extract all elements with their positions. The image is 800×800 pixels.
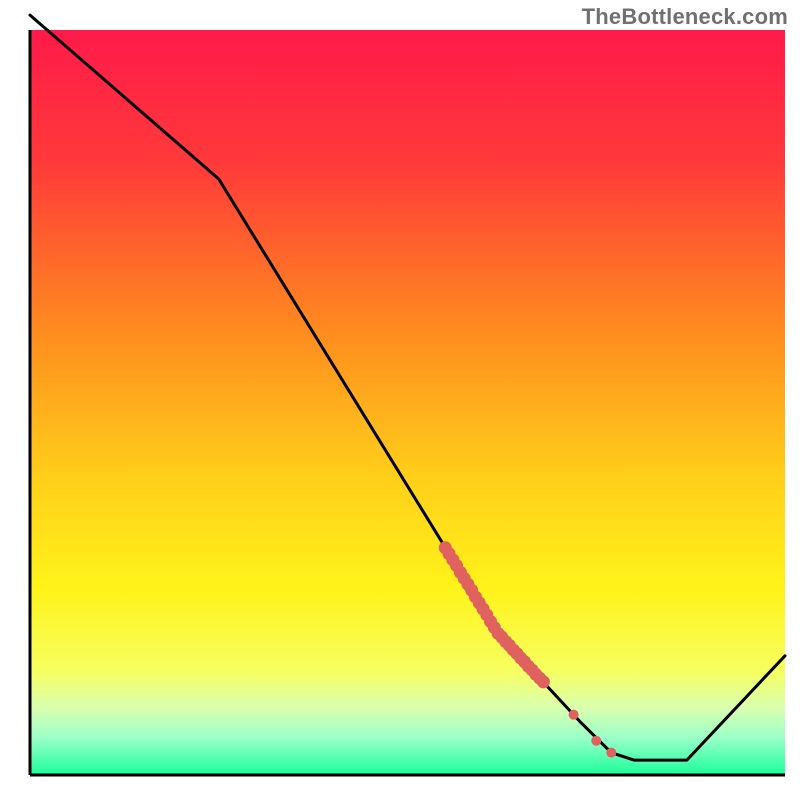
- plot-background: [30, 30, 785, 775]
- highlight-dot: [537, 675, 550, 688]
- extra-dot: [606, 748, 616, 758]
- chart-svg: [0, 0, 800, 800]
- extra-dot: [569, 710, 579, 720]
- watermark-text: TheBottleneck.com: [582, 4, 788, 30]
- bottleneck-chart: TheBottleneck.com: [0, 0, 800, 800]
- extra-dot: [591, 736, 601, 746]
